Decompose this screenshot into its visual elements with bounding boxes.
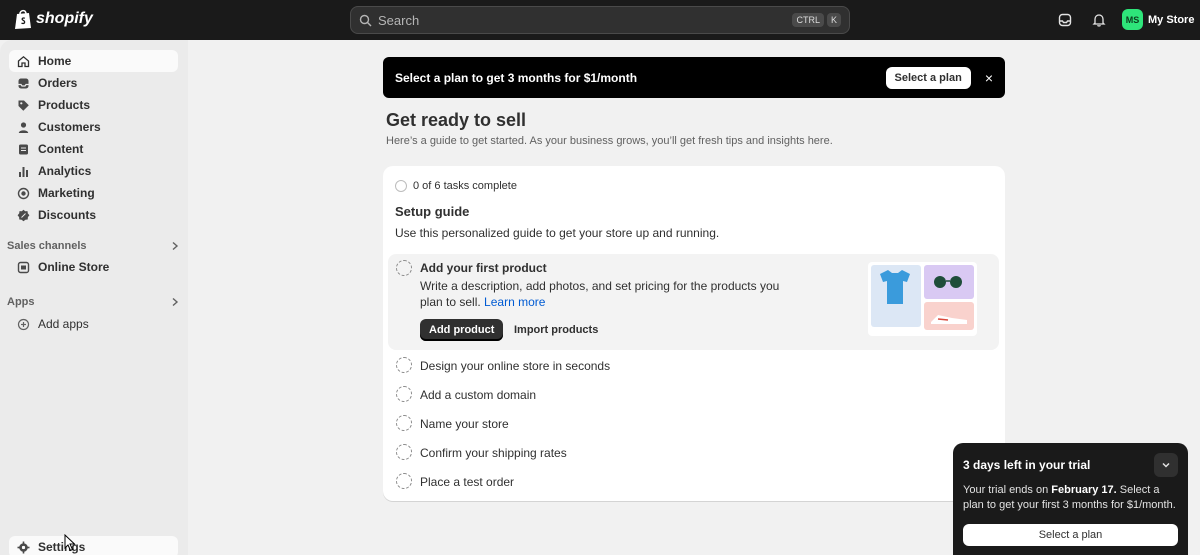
sidebar-item-add-apps[interactable]: Add apps bbox=[9, 313, 178, 335]
sidebar-item-label: Home bbox=[38, 54, 72, 68]
task-title: Add your first product bbox=[420, 261, 547, 275]
sidebar-item-orders[interactable]: Orders bbox=[9, 72, 178, 94]
chevron-right-icon bbox=[172, 241, 179, 251]
apps-label: Apps bbox=[7, 296, 35, 308]
bell-icon bbox=[1092, 14, 1106, 27]
progress-row: 0 of 6 tasks complete bbox=[395, 180, 517, 192]
trial-popup: 3 days left in your trial Your trial end… bbox=[953, 443, 1188, 555]
chevron-right-icon bbox=[172, 297, 179, 307]
inbox-button[interactable] bbox=[1056, 11, 1074, 29]
sidebar-item-label: Customers bbox=[38, 120, 101, 134]
inbox-icon bbox=[18, 78, 29, 88]
task-checkbox[interactable] bbox=[396, 260, 412, 276]
add-product-button[interactable]: Add product bbox=[420, 319, 504, 341]
task-checkbox[interactable] bbox=[396, 473, 412, 489]
task-checkbox[interactable] bbox=[396, 415, 412, 431]
banner-text: Select a plan to get 3 months for $1/mon… bbox=[395, 70, 638, 85]
task-description: Write a description, add photos, and set… bbox=[420, 278, 800, 310]
setup-guide-description: Use this personalized guide to get your … bbox=[395, 226, 720, 240]
task-description-text: Write a description, add photos, and set… bbox=[420, 279, 780, 309]
storefront-icon bbox=[17, 261, 30, 273]
search-icon bbox=[359, 14, 372, 26]
banner-select-plan-button[interactable]: Select a plan bbox=[885, 66, 971, 89]
sidebar-item-label: Settings bbox=[38, 540, 86, 554]
search-bar[interactable]: Search CTRL K bbox=[350, 6, 850, 34]
sidebar-item-customers[interactable]: Customers bbox=[9, 116, 178, 138]
chevron-down-icon bbox=[1162, 462, 1170, 468]
search-placeholder: Search bbox=[378, 12, 420, 28]
trial-message: Your trial ends on February 17. Select a… bbox=[963, 483, 1183, 513]
sidebar-item-label: Products bbox=[38, 98, 91, 112]
notifications-button[interactable] bbox=[1090, 11, 1108, 29]
page-subtitle: Here’s a guide to get started. As your b… bbox=[386, 135, 833, 147]
bar-chart-icon bbox=[19, 166, 28, 177]
sidebar-item-content[interactable]: Content bbox=[9, 138, 178, 160]
shortcut-ctrl-key: CTRL bbox=[792, 13, 824, 27]
task-test-order[interactable]: Place a test order bbox=[420, 475, 514, 489]
task-custom-domain[interactable]: Add a custom domain bbox=[420, 388, 536, 402]
learn-more-link[interactable]: Learn more bbox=[484, 295, 545, 309]
plus-circle-icon bbox=[17, 318, 30, 330]
discount-icon bbox=[17, 209, 30, 221]
shopify-logo[interactable]: shopify bbox=[14, 8, 93, 30]
close-icon[interactable]: × bbox=[985, 70, 993, 86]
task-design-store[interactable]: Design your online store in seconds bbox=[420, 359, 610, 373]
setup-guide-card: 0 of 6 tasks complete Setup guide Use th… bbox=[383, 166, 1005, 501]
sidebar-item-products[interactable]: Products bbox=[9, 94, 178, 116]
mouse-cursor-icon bbox=[64, 534, 76, 552]
tag-icon bbox=[18, 100, 29, 111]
trial-select-plan-button[interactable]: Select a plan bbox=[963, 524, 1178, 546]
trial-text-prefix: Your trial ends on bbox=[963, 484, 1052, 496]
progress-circle-icon bbox=[395, 180, 407, 192]
gear-icon bbox=[17, 541, 30, 553]
plan-banner: Select a plan to get 3 months for $1/mon… bbox=[383, 57, 1005, 98]
sidebar-item-label: Discounts bbox=[38, 208, 97, 222]
apps-header[interactable]: Apps bbox=[7, 296, 179, 308]
store-name: My Store bbox=[1148, 13, 1195, 26]
sidebar-item-marketing[interactable]: Marketing bbox=[9, 182, 178, 204]
progress-text: 0 of 6 tasks complete bbox=[413, 180, 517, 192]
sidebar-item-discounts[interactable]: Discounts bbox=[9, 204, 178, 226]
shopify-bag-icon bbox=[15, 9, 31, 29]
task-add-first-product[interactable]: Add your first product Write a descripti… bbox=[388, 254, 999, 350]
task-checkbox[interactable] bbox=[396, 386, 412, 402]
sales-channels-label: Sales channels bbox=[7, 240, 87, 252]
sidebar-item-analytics[interactable]: Analytics bbox=[9, 160, 178, 182]
document-icon bbox=[19, 144, 28, 154]
store-menu[interactable]: MS My Store bbox=[1122, 9, 1194, 30]
sidebar-item-label: Marketing bbox=[38, 186, 95, 200]
sidebar-item-label: Content bbox=[38, 142, 84, 156]
sidebar-item-settings[interactable]: Settings bbox=[9, 536, 178, 555]
page-title: Get ready to sell bbox=[386, 110, 527, 130]
sales-channels-header[interactable]: Sales channels bbox=[7, 240, 179, 252]
person-icon bbox=[18, 121, 29, 133]
trial-end-date: February 17. bbox=[1051, 484, 1117, 496]
task-name-store[interactable]: Name your store bbox=[420, 417, 509, 431]
sidebar-item-label: Online Store bbox=[38, 260, 110, 274]
inbox-tray-icon bbox=[1058, 13, 1072, 27]
shortcut-k-key: K bbox=[826, 13, 841, 27]
products-illustration bbox=[868, 262, 977, 336]
sidebar-item-label: Analytics bbox=[38, 164, 92, 178]
collapse-button[interactable] bbox=[1154, 453, 1178, 477]
target-icon bbox=[17, 187, 30, 199]
home-icon bbox=[17, 55, 30, 67]
trial-title: 3 days left in your trial bbox=[963, 458, 1091, 472]
task-shipping-rates[interactable]: Confirm your shipping rates bbox=[420, 446, 567, 460]
task-checkbox[interactable] bbox=[396, 444, 412, 460]
sidebar-item-label: Orders bbox=[38, 76, 78, 90]
setup-guide-title: Setup guide bbox=[395, 204, 470, 219]
task-checkbox[interactable] bbox=[396, 357, 412, 373]
store-avatar: MS bbox=[1122, 9, 1143, 30]
logo-text: shopify bbox=[36, 10, 93, 27]
top-bar: shopify Search CTRL K MS My Store bbox=[0, 0, 1200, 40]
import-products-button[interactable]: Import products bbox=[514, 324, 598, 336]
sidebar-item-online-store[interactable]: Online Store bbox=[9, 256, 178, 278]
sidebar-item-home[interactable]: Home bbox=[9, 50, 178, 72]
sidebar-item-label: Add apps bbox=[38, 317, 89, 331]
